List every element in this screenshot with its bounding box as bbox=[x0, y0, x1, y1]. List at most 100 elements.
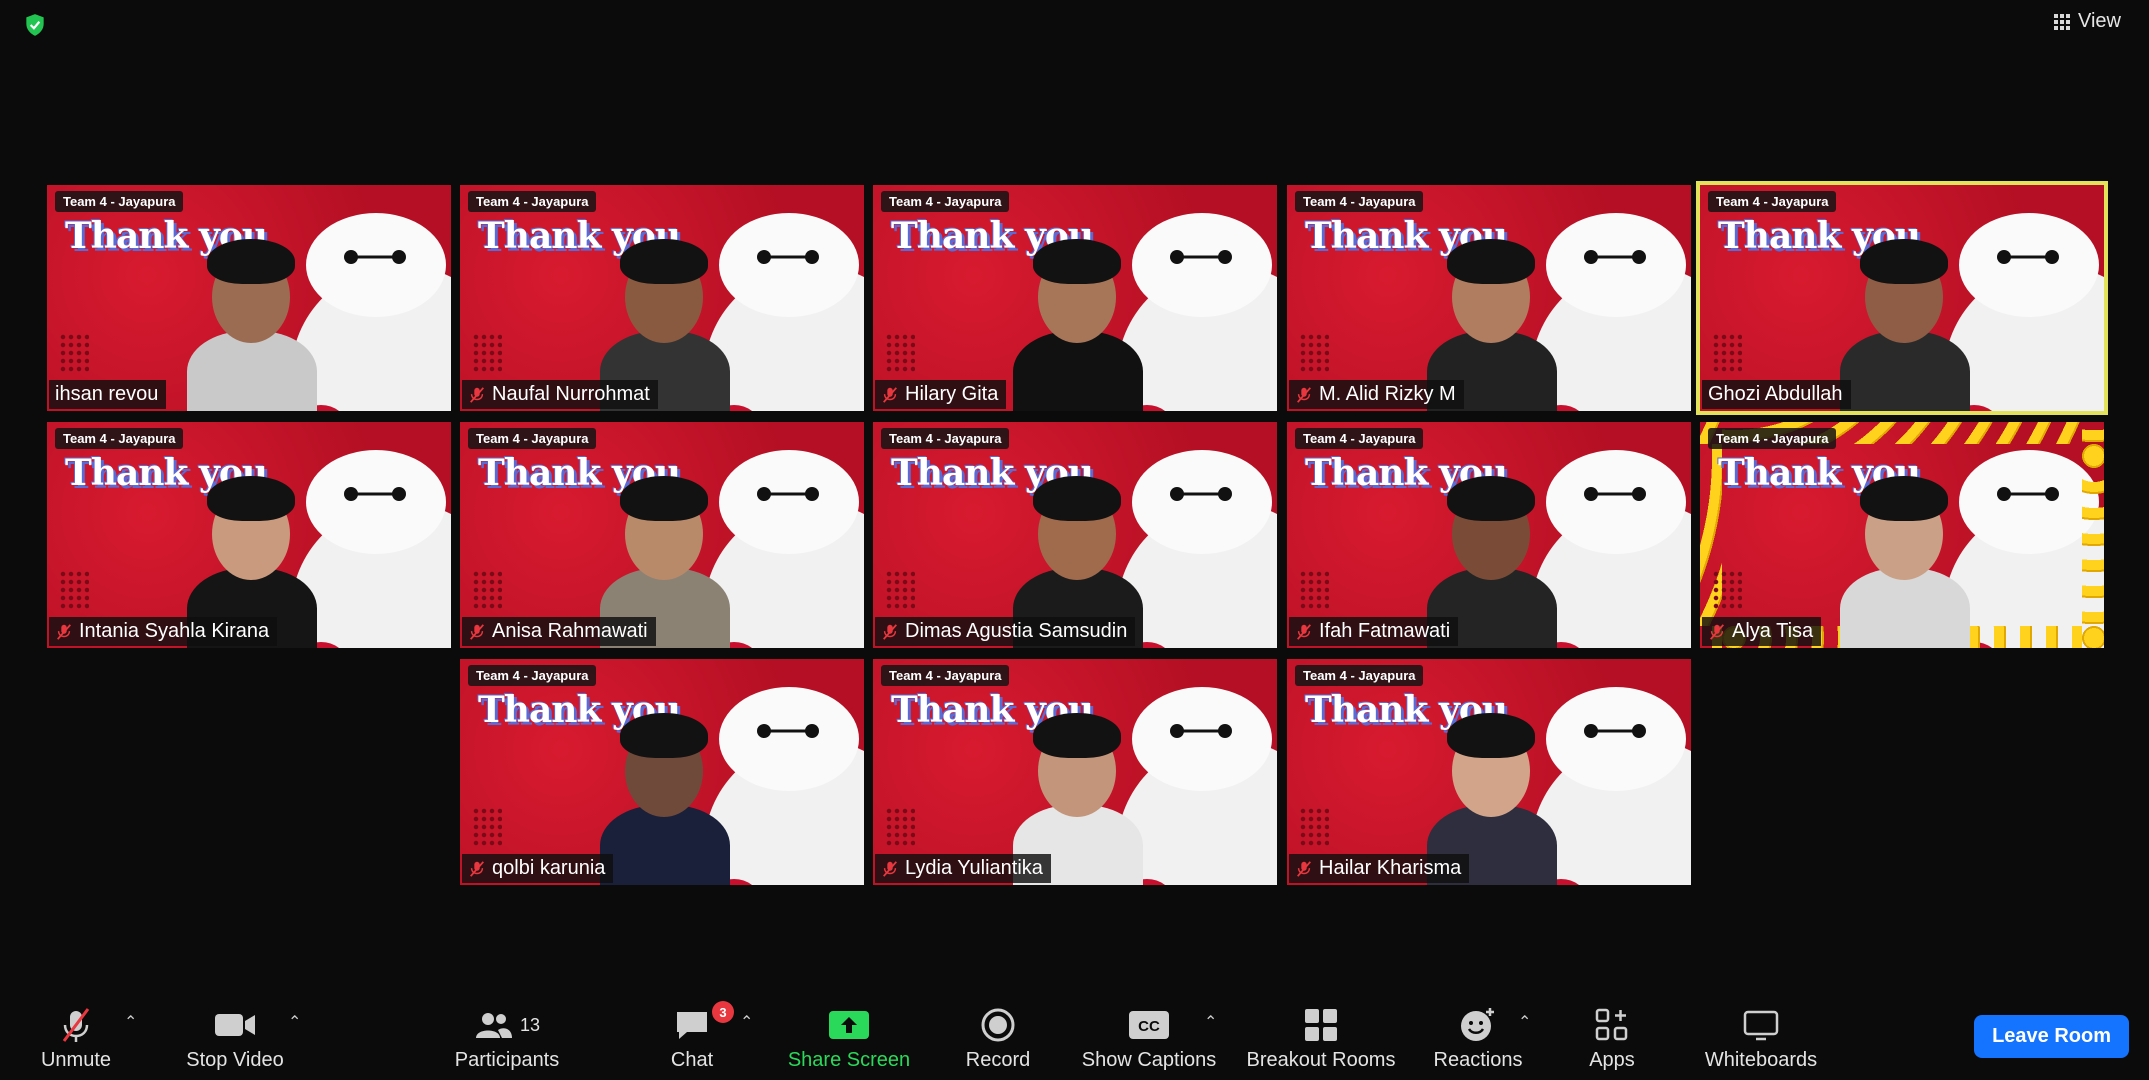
apps-button[interactable]: Apps bbox=[1580, 1005, 1644, 1072]
participant-name: ihsan revou bbox=[55, 383, 159, 405]
dot-pattern-decoration bbox=[885, 807, 915, 847]
participant-name-label: Ifah Fatmawati bbox=[1289, 617, 1459, 646]
meeting-toolbar: Unmute ⌃ Stop Video ⌃ 13 Participants 3 … bbox=[0, 996, 2149, 1080]
participant-tile[interactable]: Team 4 - Jayapura Thank you M. Alid Rizk… bbox=[1287, 185, 1691, 411]
participant-name-label: Hilary Gita bbox=[875, 380, 1007, 409]
dot-pattern-decoration bbox=[59, 570, 89, 610]
participant-name: qolbi karunia bbox=[492, 857, 606, 879]
reactions-smiley-icon bbox=[1461, 1008, 1494, 1041]
team-label: Team 4 - Jayapura bbox=[881, 191, 1010, 212]
participant-name: Dimas Agustia Samsudin bbox=[905, 620, 1128, 642]
show-captions-button[interactable]: CC Show Captions bbox=[1078, 1005, 1220, 1072]
share-screen-button[interactable]: Share Screen bbox=[786, 1005, 912, 1072]
participant-name-label: qolbi karunia bbox=[462, 854, 614, 883]
team-label: Team 4 - Jayapura bbox=[881, 428, 1010, 449]
microphone-muted-icon bbox=[470, 623, 484, 640]
participant-tile[interactable]: Team 4 - Jayapura Thank you Anisa Rahmaw… bbox=[460, 422, 864, 648]
team-label: Team 4 - Jayapura bbox=[468, 428, 597, 449]
chat-button[interactable]: 3 Chat bbox=[660, 1001, 734, 1072]
chat-bubble-icon bbox=[677, 1012, 707, 1039]
participant-name: Alya Tisa bbox=[1732, 620, 1814, 642]
participant-name: Naufal Nurrohmat bbox=[492, 383, 650, 405]
participant-name: Intania Syahla Kirana bbox=[79, 620, 270, 642]
microphone-muted-icon bbox=[57, 623, 71, 640]
audio-options-chevron-icon[interactable]: ⌃ bbox=[124, 1012, 137, 1032]
participant-tile[interactable]: Team 4 - Jayapura Thank you qolbi karuni… bbox=[460, 659, 864, 885]
participant-name-label: Naufal Nurrohmat bbox=[462, 380, 658, 409]
participant-video bbox=[1830, 448, 1980, 648]
dot-pattern-decoration bbox=[1712, 333, 1742, 373]
participant-tile[interactable]: Team 4 - Jayapura Thank you Lydia Yulian… bbox=[873, 659, 1277, 885]
participant-tile[interactable]: Team 4 - Jayapura Thank you Intania Syah… bbox=[47, 422, 451, 648]
participant-name: Ghozi Abdullah bbox=[1708, 383, 1843, 405]
microphone-muted-icon bbox=[1297, 623, 1311, 640]
participant-name-label: Lydia Yuliantika bbox=[875, 854, 1051, 883]
team-label: Team 4 - Jayapura bbox=[1708, 428, 1837, 449]
team-label: Team 4 - Jayapura bbox=[55, 191, 184, 212]
reactions-label: Reactions bbox=[1433, 1049, 1523, 1071]
team-label: Team 4 - Jayapura bbox=[1295, 428, 1424, 449]
participant-name: M. Alid Rizky M bbox=[1319, 383, 1456, 405]
dot-pattern-decoration bbox=[1299, 570, 1329, 610]
participant-name: Ifah Fatmawati bbox=[1319, 620, 1451, 642]
participants-icon bbox=[475, 1013, 512, 1038]
video-gallery: Team 4 - Jayapura Thank you ihsan revou … bbox=[0, 0, 2149, 1000]
participant-tile[interactable]: Team 4 - Jayapura Thank you ihsan revou bbox=[47, 185, 451, 411]
participants-label: Participants bbox=[454, 1049, 560, 1071]
chat-options-chevron-icon[interactable]: ⌃ bbox=[740, 1012, 753, 1032]
record-icon bbox=[981, 1008, 1015, 1042]
participant-tile[interactable]: Team 4 - Jayapura Thank you Hilary Gita bbox=[873, 185, 1277, 411]
breakout-rooms-icon bbox=[1305, 1009, 1337, 1041]
microphone-muted-icon bbox=[883, 860, 897, 877]
share-screen-label: Share Screen bbox=[787, 1049, 911, 1071]
video-options-chevron-icon[interactable]: ⌃ bbox=[288, 1012, 301, 1032]
record-label: Record bbox=[965, 1049, 1031, 1071]
reactions-options-chevron-icon[interactable]: ⌃ bbox=[1518, 1012, 1531, 1032]
whiteboards-label: Whiteboards bbox=[1704, 1049, 1818, 1071]
participant-tile[interactable]: Team 4 - Jayapura Thank you Hailar Khari… bbox=[1287, 659, 1691, 885]
leave-room-button[interactable]: Leave Room bbox=[1974, 1015, 2129, 1058]
captions-options-chevron-icon[interactable]: ⌃ bbox=[1204, 1012, 1217, 1032]
participant-tile[interactable]: Team 4 - Jayapura Thank you Alya Tisa bbox=[1700, 422, 2104, 648]
participant-tile[interactable]: Team 4 - Jayapura Thank you Naufal Nurro… bbox=[460, 185, 864, 411]
breakout-rooms-button[interactable]: Breakout Rooms bbox=[1242, 1005, 1400, 1072]
participant-name-label: Intania Syahla Kirana bbox=[49, 617, 278, 646]
participant-tile[interactable]: Team 4 - Jayapura Thank you Ghozi Abdull… bbox=[1696, 181, 2108, 415]
dot-pattern-decoration bbox=[1712, 570, 1742, 610]
team-label: Team 4 - Jayapura bbox=[468, 191, 597, 212]
participant-name: Hailar Kharisma bbox=[1319, 857, 1462, 879]
microphone-muted-icon bbox=[1297, 860, 1311, 877]
unmute-button[interactable]: Unmute bbox=[28, 1005, 124, 1072]
participants-button[interactable]: 13 Participants bbox=[452, 1005, 562, 1072]
team-label: Team 4 - Jayapura bbox=[1295, 191, 1424, 212]
microphone-muted-icon bbox=[1710, 623, 1724, 640]
microphone-muted-icon bbox=[883, 623, 897, 640]
participant-name-label: ihsan revou bbox=[49, 380, 167, 409]
chat-label: Chat bbox=[670, 1049, 714, 1071]
stop-video-button[interactable]: Stop Video bbox=[180, 1005, 290, 1072]
participant-tile[interactable]: Team 4 - Jayapura Thank you Dimas Agusti… bbox=[873, 422, 1277, 648]
team-label: Team 4 - Jayapura bbox=[1295, 665, 1424, 686]
participant-name-label: Dimas Agustia Samsudin bbox=[875, 617, 1136, 646]
participant-tile[interactable]: Team 4 - Jayapura Thank you Ifah Fatmawa… bbox=[1287, 422, 1691, 648]
reactions-button[interactable]: Reactions bbox=[1432, 1005, 1524, 1072]
whiteboards-button[interactable]: Whiteboards bbox=[1696, 1005, 1826, 1072]
participant-video bbox=[1003, 211, 1153, 411]
dot-pattern-decoration bbox=[885, 570, 915, 610]
participants-count: 13 bbox=[519, 1014, 541, 1035]
participant-name-label: Ghozi Abdullah bbox=[1702, 380, 1851, 409]
apps-icon bbox=[1595, 1008, 1628, 1041]
closed-captions-icon: CC bbox=[1129, 1011, 1169, 1039]
team-label: Team 4 - Jayapura bbox=[1708, 191, 1837, 212]
record-button[interactable]: Record bbox=[958, 1005, 1038, 1072]
dot-pattern-decoration bbox=[59, 333, 89, 373]
microphone-muted-icon bbox=[470, 860, 484, 877]
dot-pattern-decoration bbox=[1299, 333, 1329, 373]
dot-pattern-decoration bbox=[472, 807, 502, 847]
participant-name: Anisa Rahmawati bbox=[492, 620, 648, 642]
microphone-muted-icon bbox=[470, 386, 484, 403]
microphone-muted-icon bbox=[62, 1008, 90, 1042]
participant-video bbox=[177, 211, 327, 411]
whiteboard-icon bbox=[1743, 1010, 1779, 1041]
team-label: Team 4 - Jayapura bbox=[881, 665, 1010, 686]
